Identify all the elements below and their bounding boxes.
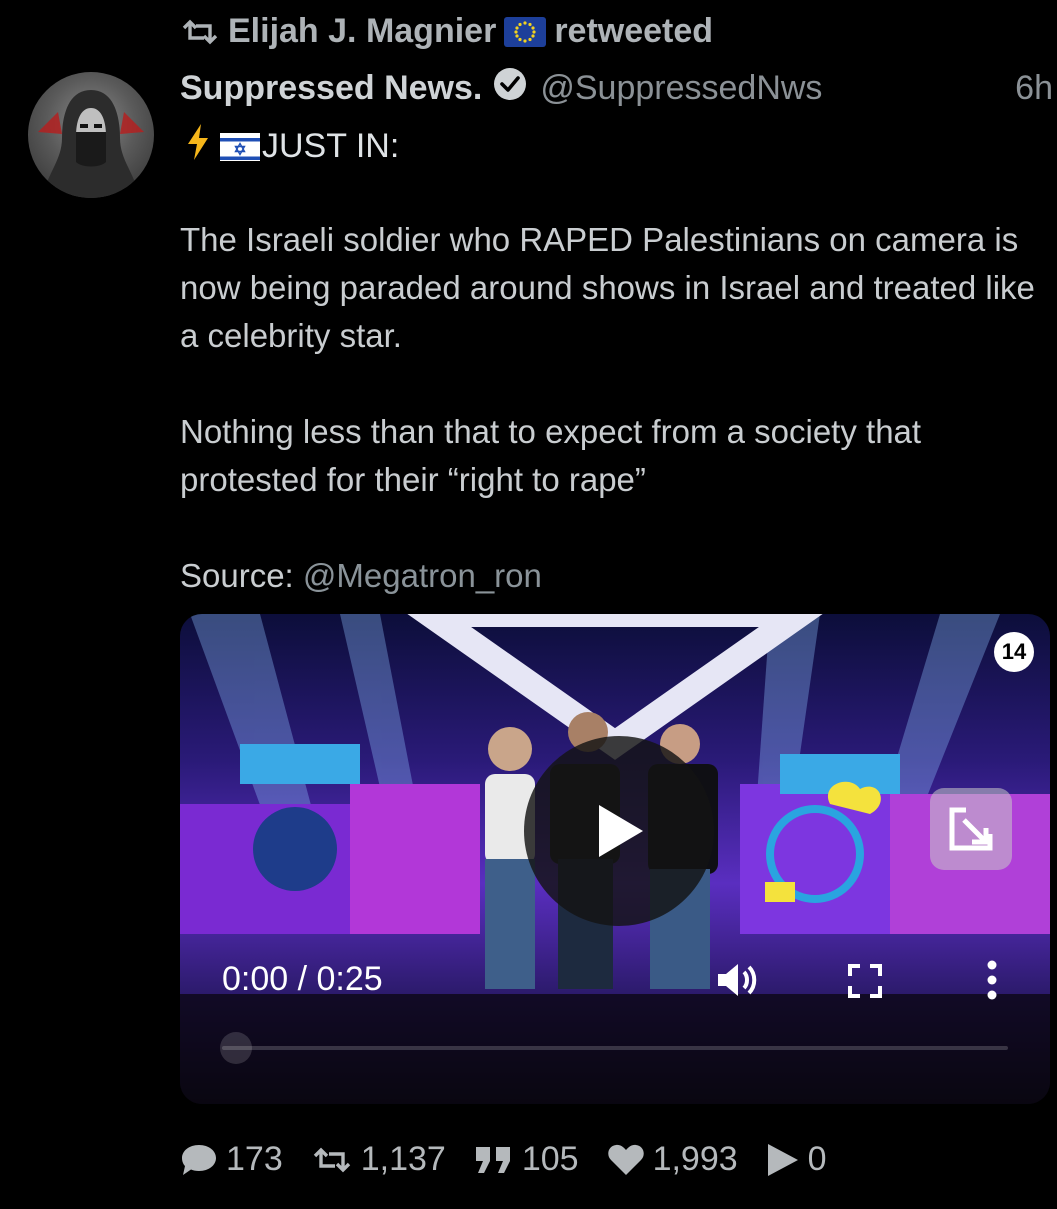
like-count: 1,993 <box>652 1140 738 1178</box>
more-vertical-icon <box>987 960 997 1000</box>
tweet-body: The Israeli soldier who RAPED Palestinia… <box>180 216 1045 648</box>
video-progress-bar[interactable] <box>222 1046 1008 1050</box>
reply-count: 173 <box>226 1140 283 1178</box>
retweet-button[interactable]: 1,137 <box>311 1140 446 1179</box>
views-button[interactable]: 0 <box>766 1140 827 1179</box>
verified-badge-icon <box>492 66 528 111</box>
retweet-icon <box>313 1147 350 1172</box>
source-mention-link[interactable]: @Megatron_ron <box>303 557 542 594</box>
tweet-action-bar: 173 1,137 105 1,993 0 <box>180 1140 855 1179</box>
display-name[interactable]: Suppressed News. <box>180 69 482 108</box>
video-progress-knob[interactable] <box>220 1032 252 1064</box>
fullscreen-button[interactable] <box>848 964 882 1003</box>
video-time-readout: 0:00 / 0:25 <box>222 960 383 998</box>
retweet-banner[interactable]: Elijah J. Magnier retweeted <box>180 12 713 51</box>
play-button[interactable] <box>524 736 714 926</box>
tweet-header: Suppressed News. @SuppressedNws 6h <box>180 66 1057 111</box>
volume-icon <box>718 964 757 996</box>
retweeter-name[interactable]: Elijah J. Magnier <box>228 12 496 51</box>
avatar[interactable] <box>28 72 154 198</box>
eu-flag-icon <box>504 16 547 47</box>
user-handle[interactable]: @SuppressedNws <box>540 69 822 108</box>
like-button[interactable]: 1,993 <box>607 1140 738 1179</box>
quote-count: 105 <box>521 1140 579 1178</box>
israel-flag-icon <box>220 132 260 161</box>
volume-button[interactable] <box>716 960 760 1005</box>
tweet-paragraph-1: The Israeli soldier who RAPED Palestinia… <box>180 221 1035 354</box>
video-player[interactable]: 14 0:00 / 0:25 <box>180 614 1050 1104</box>
tweet-paragraph-2: Nothing less than that to expect from a … <box>180 413 922 498</box>
retweet-suffix: retweeted <box>554 12 714 50</box>
picture-in-picture-icon <box>949 807 993 851</box>
fullscreen-icon <box>848 964 882 998</box>
views-count: 0 <box>807 1140 827 1178</box>
quote-button[interactable]: 105 <box>474 1140 579 1179</box>
quote-icon <box>475 1146 510 1173</box>
play-triangle-icon <box>767 1143 798 1176</box>
lightning-icon <box>186 124 210 169</box>
heart-icon <box>607 1144 644 1175</box>
retweet-count: 1,137 <box>360 1140 446 1178</box>
reply-bubble-icon <box>182 1144 216 1175</box>
play-icon <box>599 805 643 857</box>
tweet-source: Source: @Megatron_ron <box>180 552 1045 600</box>
picture-in-picture-button[interactable] <box>930 788 1012 870</box>
channel-logo: 14 <box>994 632 1034 672</box>
retweet-icon <box>180 18 220 46</box>
tweet-timestamp[interactable]: 6h <box>1015 69 1053 108</box>
more-options-button[interactable] <box>986 960 998 1005</box>
source-label: Source: <box>180 557 303 594</box>
tweet-first-line: JUST IN: <box>186 124 399 169</box>
tweet-first-line-text: JUST IN: <box>262 127 400 165</box>
reply-button[interactable]: 173 <box>180 1140 283 1179</box>
